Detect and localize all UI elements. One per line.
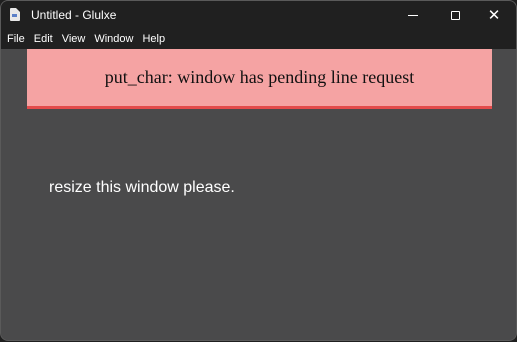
menu-view[interactable]: View: [59, 29, 89, 49]
maximize-icon: [450, 10, 460, 20]
maximize-button[interactable]: [435, 1, 475, 29]
body-text: resize this window please.: [49, 179, 235, 196]
document-icon: [10, 8, 20, 21]
menu-file[interactable]: File: [4, 29, 28, 49]
error-message: put_char: window has pending line reques…: [104, 67, 415, 87]
error-banner: put_char: window has pending line reques…: [27, 49, 492, 109]
glk-content-area[interactable]: put_char: window has pending line reques…: [1, 49, 516, 340]
title-bar[interactable]: Untitled - Glulxe ✕: [1, 1, 516, 29]
window-title: Untitled - Glulxe: [31, 8, 117, 22]
menu-window[interactable]: Window: [91, 29, 136, 49]
close-button[interactable]: ✕: [474, 1, 514, 29]
minimize-icon: [408, 14, 418, 16]
menu-edit[interactable]: Edit: [31, 29, 56, 49]
minimize-button[interactable]: [393, 1, 433, 29]
menu-bar: File Edit View Window Help: [1, 29, 516, 49]
close-icon: ✕: [487, 5, 501, 24]
app-window: Untitled - Glulxe ✕ File Edit View Windo…: [1, 1, 516, 340]
menu-help[interactable]: Help: [139, 29, 168, 49]
